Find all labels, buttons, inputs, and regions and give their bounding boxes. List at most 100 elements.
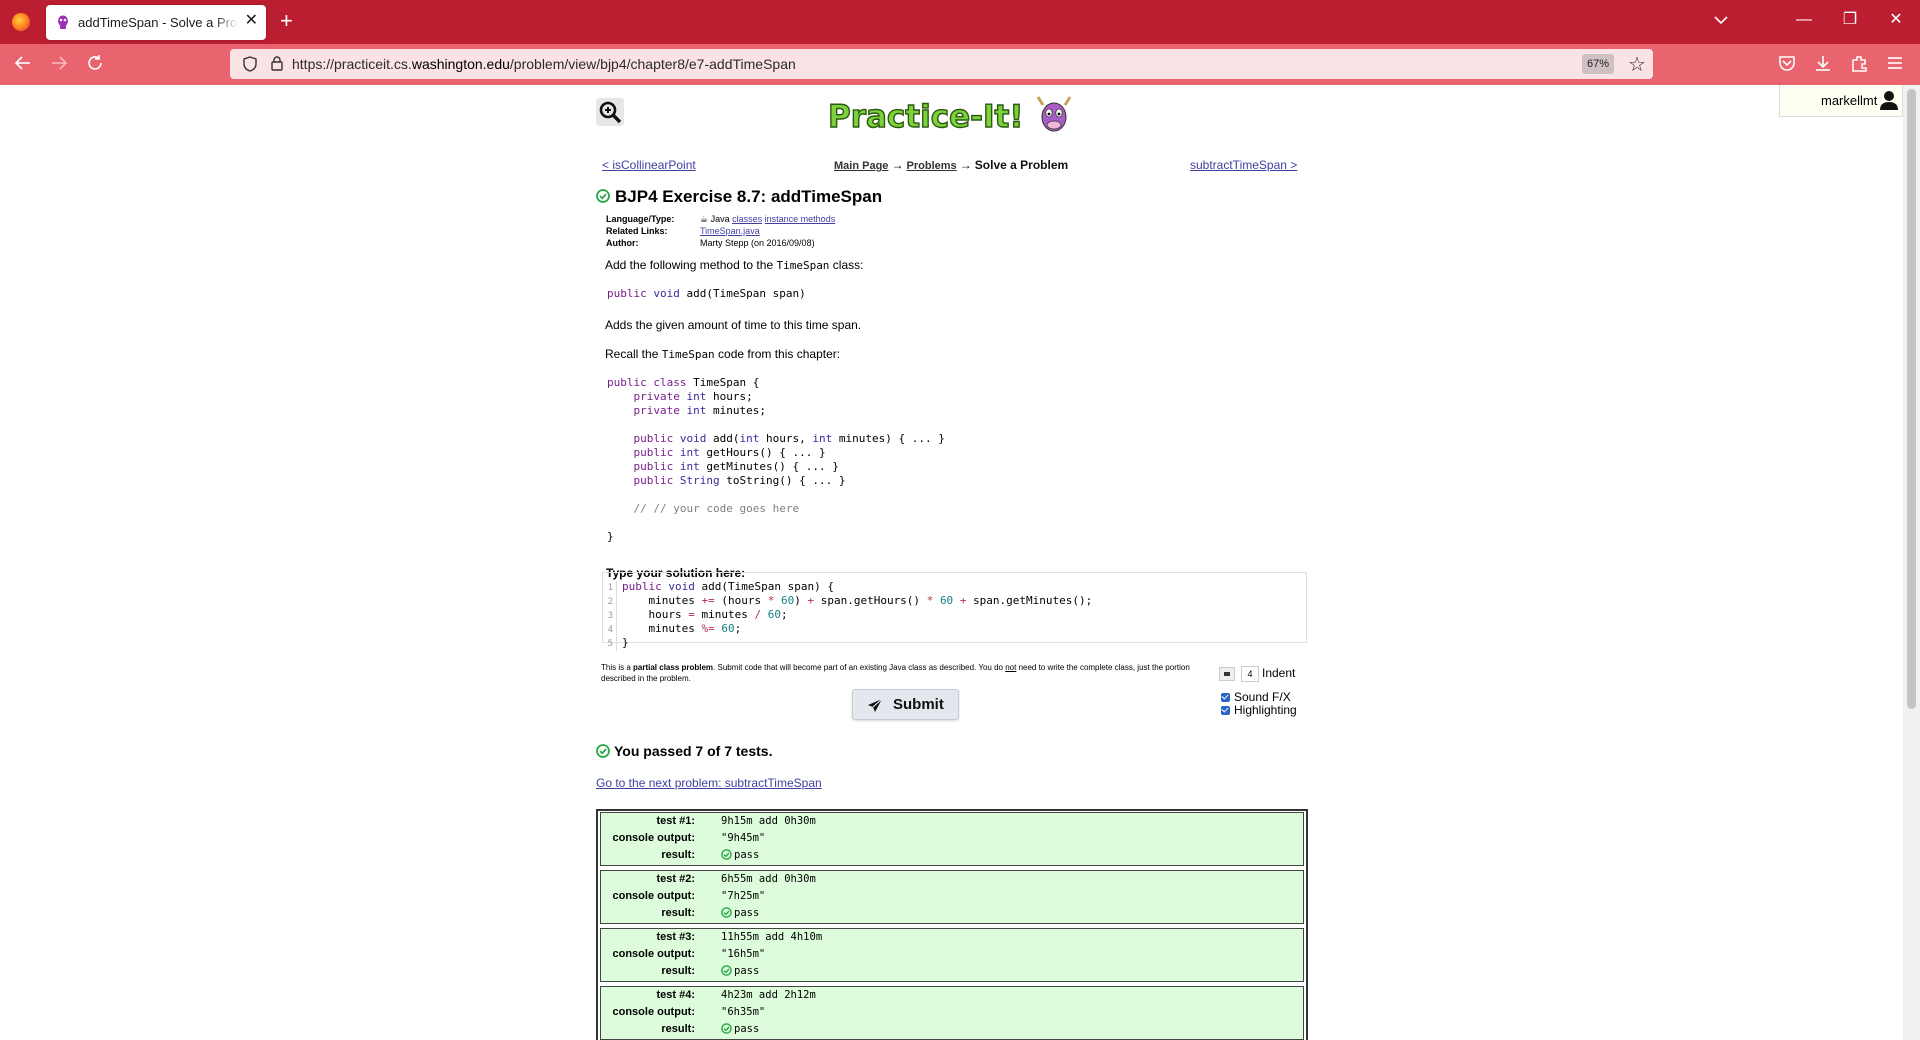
back-icon[interactable]	[14, 54, 32, 76]
list-all-tabs-icon[interactable]	[1714, 12, 1728, 28]
test-input: 4h23m add 2h12m	[721, 989, 816, 1001]
indent-input[interactable]: 4	[1241, 666, 1259, 682]
url-prefix: https://practiceit.cs.	[292, 56, 412, 72]
line-number: 2	[607, 597, 613, 607]
test-input: 6h55m add 0h30m	[721, 873, 816, 885]
recall-after: code from this chapter:	[714, 347, 841, 361]
intro-before: Add the following method to the	[605, 258, 777, 272]
indent-control: 4 Indent	[1219, 666, 1295, 682]
practiceit-logo[interactable]: Practice-It!	[826, 93, 1076, 137]
output-label: console output:	[612, 1006, 696, 1018]
test-result: pass	[721, 1022, 760, 1035]
close-tab-icon[interactable]: ✕	[245, 13, 258, 29]
test-result-row: test #1: 9h15m add 0h30m console output: "…	[600, 812, 1304, 866]
user-account-box[interactable]: markellmt	[1779, 85, 1903, 117]
restore-window-icon[interactable]: ❐	[1835, 10, 1865, 30]
line-number: 5	[607, 639, 613, 649]
reload-icon[interactable]	[86, 54, 104, 76]
code-comment: // // your code goes here	[633, 502, 800, 515]
code-text: (hours	[714, 594, 768, 607]
sound-fx-checkbox[interactable]	[1221, 693, 1230, 703]
extensions-icon[interactable]	[1850, 54, 1868, 77]
partial-class-note: This is a partial class problem. Submit …	[601, 662, 1191, 684]
forward-icon[interactable]	[50, 54, 68, 76]
recall-before: Recall the	[605, 347, 662, 361]
minimize-window-icon[interactable]: —	[1789, 10, 1819, 30]
user-icon	[1880, 91, 1898, 110]
test-result: pass	[721, 848, 760, 861]
url-path: /problem/view/bjp4/chapter8/e7-addTimeSp…	[509, 56, 796, 72]
prev-problem-link[interactable]: < isCollinearPoint	[602, 158, 696, 172]
code-type: void	[679, 432, 707, 445]
test-input-row: test #3: 11h55m add 4h10m	[601, 929, 1305, 946]
test-input-row: test #1: 9h15m add 0h30m	[601, 813, 1305, 830]
sound-fx-option[interactable]: Sound F/X	[1221, 690, 1291, 704]
url-text[interactable]: https://practiceit.cs.washington.edu/pro…	[292, 56, 796, 72]
author-value: Marty Stepp (on 2016/09/08)	[700, 238, 815, 248]
code-editor[interactable]: 1 2 3 4 5 public void add(TimeSpan span)…	[602, 572, 1307, 651]
result-label: result:	[661, 1023, 695, 1035]
code-text: )	[794, 594, 808, 607]
zoom-level-badge[interactable]: 67%	[1582, 54, 1614, 74]
test-result-text: pass	[734, 907, 760, 919]
scrollbar-thumb[interactable]	[1907, 89, 1916, 709]
result-summary-text: You passed 7 of 7 tests.	[614, 743, 773, 759]
pocket-icon[interactable]	[1778, 54, 1796, 77]
submit-label: Submit	[893, 696, 944, 713]
code-kw: public	[622, 580, 662, 593]
browser-tab-active[interactable]: addTimeSpan - Solve a Problem ✕	[46, 5, 266, 40]
keyboard-icon[interactable]	[1219, 667, 1235, 681]
page-scrollbar[interactable]	[1903, 85, 1920, 1040]
address-bar[interactable]: https://practiceit.cs.washington.edu/pro…	[230, 49, 1653, 79]
bookmark-star-icon[interactable]: ☆	[1628, 52, 1646, 77]
kw-public: public	[607, 287, 647, 300]
rocket-icon	[868, 698, 883, 712]
highlighting-option[interactable]: Highlighting	[1221, 703, 1297, 717]
tracking-protection-icon[interactable]	[242, 56, 258, 72]
code-type: String	[679, 474, 720, 487]
code-kw: public class	[607, 376, 687, 389]
breadcrumb-problems[interactable]: Problems	[907, 160, 957, 172]
output-label: console output:	[612, 948, 696, 960]
method-signature: public void add(TimeSpan span)	[607, 287, 806, 301]
related-links-label: Related Links:	[606, 226, 668, 236]
sound-fx-label: Sound F/X	[1234, 690, 1291, 704]
test-label: test #4:	[656, 989, 695, 1001]
code-text: span.getMinutes();	[966, 594, 1093, 607]
author-label: Author:	[606, 238, 639, 248]
tag-classes-link[interactable]: classes	[732, 214, 762, 224]
line-number: 3	[607, 611, 613, 621]
breadcrumb: Main Page → Problems → Solve a Problem	[834, 158, 1068, 172]
test-input: 9h15m add 0h30m	[721, 815, 816, 827]
test-result-text: pass	[734, 849, 760, 861]
app-menu-icon[interactable]	[1886, 54, 1904, 77]
code-type: int	[739, 432, 760, 445]
timespan-java-link[interactable]: TimeSpan.java	[700, 226, 760, 236]
new-tab-icon[interactable]: +	[280, 10, 293, 32]
firefox-icon[interactable]	[12, 13, 30, 31]
downloads-icon[interactable]	[1814, 54, 1832, 77]
next-problem-link[interactable]: subtractTimeSpan >	[1190, 158, 1297, 172]
test-result-text: pass	[734, 1023, 760, 1035]
tag-instance-methods-link[interactable]: instance methods	[765, 214, 836, 224]
editor-code[interactable]: public void add(TimeSpan span) { minutes…	[622, 580, 1092, 650]
code-number: 60	[939, 594, 954, 607]
test-output: "7h25m"	[721, 890, 766, 902]
submit-button[interactable]: Submit	[852, 689, 959, 720]
highlighting-checkbox[interactable]	[1221, 706, 1230, 716]
close-window-icon[interactable]: ✕	[1881, 10, 1911, 30]
lock-icon[interactable]	[270, 55, 284, 71]
language-text: Java	[710, 214, 730, 224]
go-to-next-problem-link[interactable]: Go to the next problem: subtractTimeSpan	[596, 776, 822, 790]
test-result-line: result: pass	[601, 963, 1305, 980]
test-results-table: test #1: 9h15m add 0h30m console output: "…	[596, 809, 1308, 1040]
line-number: 4	[607, 625, 613, 635]
zoom-magnifier-icon[interactable]	[596, 98, 624, 126]
code-number: 60	[721, 622, 735, 635]
breadcrumb-main-page[interactable]: Main Page	[834, 160, 888, 172]
tab-title: addTimeSpan - Solve a Problem	[78, 15, 238, 30]
username[interactable]: markellmt	[1821, 93, 1877, 108]
output-label: console output:	[612, 890, 696, 902]
